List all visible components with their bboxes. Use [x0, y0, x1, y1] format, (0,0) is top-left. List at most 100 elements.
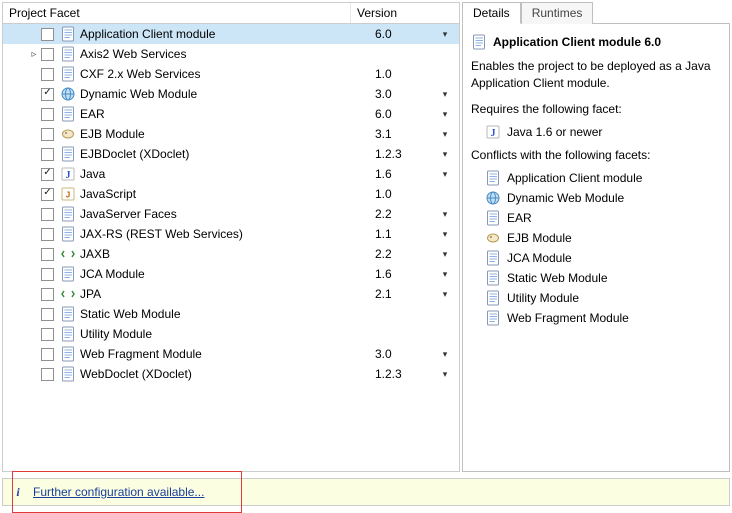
facet-row[interactable]: Static Web Module: [3, 304, 459, 324]
facet-row[interactable]: JPA2.1▾: [3, 284, 459, 304]
facet-name: JPA: [80, 287, 371, 301]
version-dropdown-icon[interactable]: ▾: [431, 29, 459, 40]
facet-name: Java: [80, 167, 371, 181]
facet-checkbox[interactable]: [41, 88, 54, 101]
conflicts-list: Application Client moduleDynamic Web Mod…: [471, 168, 721, 328]
facet-checkbox[interactable]: [41, 48, 54, 61]
version-dropdown-icon[interactable]: ▾: [431, 209, 459, 220]
facet-row[interactable]: WebDoclet (XDoclet)1.2.3▾: [3, 364, 459, 384]
facet-row[interactable]: JAX-RS (REST Web Services)1.1▾: [3, 224, 459, 244]
details-title-text: Application Client module 6.0: [493, 35, 661, 49]
facet-name: JavaScript: [80, 187, 371, 201]
page-icon: [60, 146, 76, 162]
version-dropdown-icon[interactable]: ▾: [431, 109, 459, 120]
facet-checkbox[interactable]: [41, 308, 54, 321]
facet-version: 1.0: [371, 67, 431, 81]
facet-version: 6.0: [371, 27, 431, 41]
facet-checkbox[interactable]: [41, 268, 54, 281]
facet-name: Dynamic Web Module: [80, 87, 371, 101]
facet-name: Axis2 Web Services: [80, 47, 371, 61]
version-dropdown-icon[interactable]: ▾: [431, 89, 459, 100]
facet-row[interactable]: JavaServer Faces2.2▾: [3, 204, 459, 224]
facet-checkbox[interactable]: [41, 248, 54, 261]
facet-version: 3.0: [371, 87, 431, 101]
facet-version: 1.6: [371, 267, 431, 281]
facet-row[interactable]: Application Client module6.0▾: [3, 24, 459, 44]
facet-version: 1.1: [371, 227, 431, 241]
page-icon: [485, 290, 501, 306]
facet-version: 2.2: [371, 207, 431, 221]
facet-version: 1.2.3: [371, 367, 431, 381]
svg-text:J: J: [66, 170, 71, 181]
globe-icon: [60, 86, 76, 102]
facet-row[interactable]: J JavaScript1.0: [3, 184, 459, 204]
facet-row[interactable]: JAXB2.2▾: [3, 244, 459, 264]
version-dropdown-icon[interactable]: ▾: [431, 229, 459, 240]
facet-version: 3.0: [371, 347, 431, 361]
facet-row[interactable]: JCA Module1.6▾: [3, 264, 459, 284]
facet-checkbox[interactable]: [41, 108, 54, 121]
tab-runtimes[interactable]: Runtimes: [521, 2, 594, 24]
facet-row[interactable]: JJava1.6▾: [3, 164, 459, 184]
further-config-link[interactable]: Further configuration available...: [33, 485, 204, 499]
facet-checkbox[interactable]: [41, 68, 54, 81]
facet-name: JCA Module: [80, 267, 371, 281]
details-description: Enables the project to be deployed as a …: [471, 58, 721, 92]
conflicts-item: EJB Module: [485, 228, 721, 248]
facet-name: EAR: [80, 107, 371, 121]
page-icon: [485, 170, 501, 186]
expander-icon[interactable]: ▹: [27, 49, 41, 60]
facet-row[interactable]: Web Fragment Module3.0▾: [3, 344, 459, 364]
conflicts-item: Static Web Module: [485, 268, 721, 288]
column-header-name[interactable]: Project Facet: [3, 3, 351, 23]
details-body: Application Client module 6.0 Enables th…: [462, 23, 730, 472]
facet-row[interactable]: Utility Module: [3, 324, 459, 344]
svg-text:J: J: [66, 191, 70, 200]
facet-checkbox[interactable]: [41, 368, 54, 381]
facet-row[interactable]: EAR6.0▾: [3, 104, 459, 124]
facet-row[interactable]: EJBDoclet (XDoclet)1.2.3▾: [3, 144, 459, 164]
facet-name: WebDoclet (XDoclet): [80, 367, 371, 381]
version-dropdown-icon[interactable]: ▾: [431, 289, 459, 300]
page-icon: [471, 34, 487, 50]
conflicts-item-label: Utility Module: [507, 291, 579, 305]
version-dropdown-icon[interactable]: ▾: [431, 349, 459, 360]
facet-checkbox[interactable]: [41, 148, 54, 161]
facet-checkbox[interactable]: [41, 28, 54, 41]
version-dropdown-icon[interactable]: ▾: [431, 269, 459, 280]
version-dropdown-icon[interactable]: ▾: [431, 369, 459, 380]
conflicts-item-label: Static Web Module: [507, 271, 608, 285]
version-dropdown-icon[interactable]: ▾: [431, 149, 459, 160]
facet-checkbox[interactable]: [41, 208, 54, 221]
further-config-bar: i Further configuration available...: [2, 478, 730, 506]
bean-icon: [60, 126, 76, 142]
facets-panel: Project Facet Version Application Client…: [2, 2, 460, 472]
facet-version: 1.2.3: [371, 147, 431, 161]
facet-version: 1.0: [371, 187, 431, 201]
facet-checkbox[interactable]: [41, 288, 54, 301]
column-header-version[interactable]: Version: [351, 3, 459, 23]
facet-checkbox[interactable]: [41, 328, 54, 341]
facet-checkbox[interactable]: [41, 168, 54, 181]
facet-row[interactable]: EJB Module3.1▾: [3, 124, 459, 144]
tag-icon: [60, 246, 76, 262]
facet-checkbox[interactable]: [41, 128, 54, 141]
version-dropdown-icon[interactable]: ▾: [431, 129, 459, 140]
facet-row[interactable]: CXF 2.x Web Services1.0: [3, 64, 459, 84]
facet-name: CXF 2.x Web Services: [80, 67, 371, 81]
facet-checkbox[interactable]: [41, 188, 54, 201]
conflicts-item: Dynamic Web Module: [485, 188, 721, 208]
facet-row[interactable]: ▹ Axis2 Web Services: [3, 44, 459, 64]
conflicts-item-label: Web Fragment Module: [507, 311, 629, 325]
facets-list[interactable]: Application Client module6.0▾ ▹ Axis2 Web …: [3, 24, 459, 471]
facet-name: EJBDoclet (XDoclet): [80, 147, 371, 161]
version-dropdown-icon[interactable]: ▾: [431, 169, 459, 180]
facet-row[interactable]: Dynamic Web Module3.0▾: [3, 84, 459, 104]
version-dropdown-icon[interactable]: ▾: [431, 249, 459, 260]
page-icon: [485, 310, 501, 326]
facet-checkbox[interactable]: [41, 348, 54, 361]
facet-checkbox[interactable]: [41, 228, 54, 241]
requires-item-label: Java 1.6 or newer: [507, 125, 602, 139]
tab-details[interactable]: Details: [462, 2, 521, 24]
conflicts-item-label: EAR: [507, 211, 532, 225]
